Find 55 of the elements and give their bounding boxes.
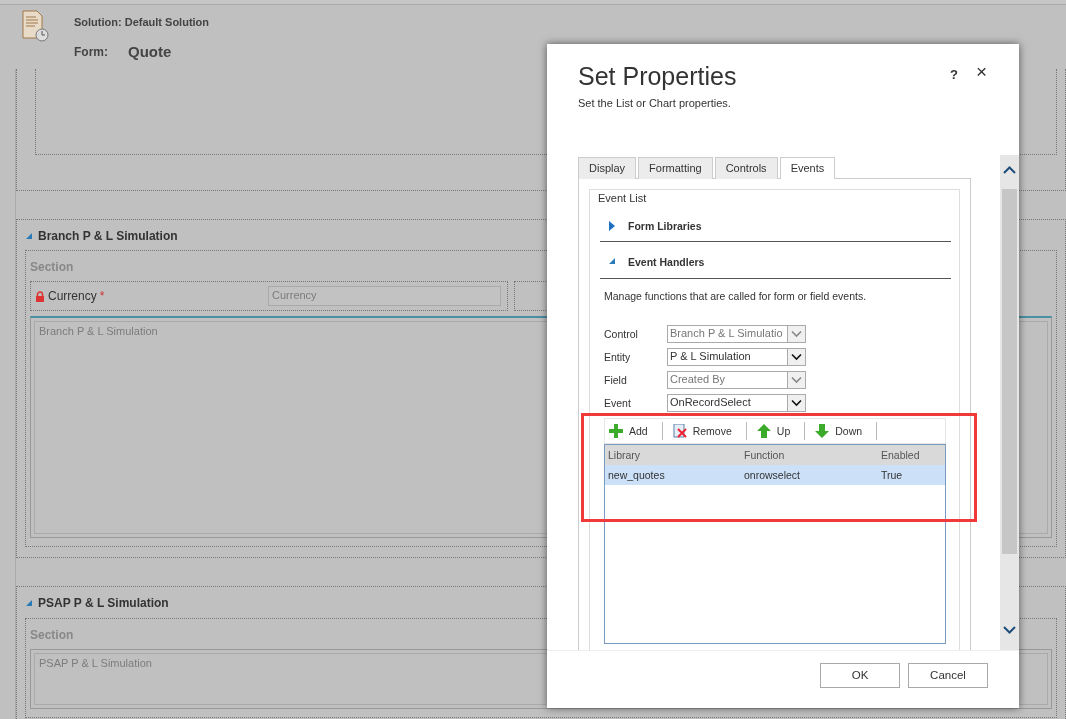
document-clock-icon: [20, 10, 50, 42]
tab[interactable]: Display: [578, 157, 637, 179]
close-button[interactable]: ×: [973, 62, 991, 81]
form-label: Form:: [74, 43, 109, 61]
table-cell-text: new_quotes: [607, 467, 666, 482]
dropdown[interactable]: OnRecordSelect: [667, 393, 806, 412]
section-label: Section: [30, 626, 74, 643]
field-label: Event: [604, 395, 632, 410]
solution-name: Solution: Default Solution: [74, 15, 211, 30]
group-header[interactable]: Event Handlers: [628, 255, 705, 270]
dialog-subtitle: Set the List or Chart properties.: [578, 96, 731, 111]
cancel-button[interactable]: Cancel: [908, 663, 988, 688]
table-row[interactable]: new_quotes onrowselect True: [605, 464, 945, 485]
description-text: Manage functions that are called for form or field events.: [604, 288, 868, 303]
tab[interactable]: Formatting: [638, 157, 713, 179]
tab[interactable]: Events: [779, 157, 836, 179]
help-button[interactable]: ?: [947, 66, 961, 84]
plus-icon: [609, 423, 623, 438]
add-button[interactable]: Add: [605, 421, 663, 440]
required-mark: *: [99, 288, 105, 305]
chevron-down-icon: [791, 398, 802, 407]
section-title: PSAP P & L Simulation: [38, 595, 169, 612]
column-header[interactable]: Enabled: [878, 447, 938, 462]
tab[interactable]: Controls: [714, 157, 778, 179]
down-button[interactable]: Down: [811, 421, 878, 440]
expand-triangle-icon[interactable]: [608, 221, 616, 232]
down-arrow-icon: [815, 423, 830, 438]
chevron-down-icon: [791, 329, 802, 338]
table-cell-text: True: [880, 467, 904, 482]
scrollbar-thumb[interactable]: [1002, 189, 1017, 554]
table-cell-text: onrowselect: [743, 467, 802, 482]
field-label: Field: [604, 372, 628, 387]
field-label: Currency: [48, 288, 97, 305]
field-label: Entity: [604, 349, 632, 364]
scrollbar[interactable]: [1000, 155, 1019, 650]
expand-triangle-icon[interactable]: [25, 599, 33, 608]
remove-button[interactable]: Remove: [668, 421, 747, 440]
up-arrow-icon: [756, 423, 771, 438]
form-name: Quote: [128, 41, 172, 62]
dialog-title: Set Properties: [578, 61, 737, 92]
column-header[interactable]: Function: [741, 447, 878, 462]
chevron-down-icon: [791, 352, 802, 361]
column-header[interactable]: Library: [605, 447, 741, 462]
scroll-up-icon[interactable]: [1003, 165, 1016, 175]
dropdown[interactable]: P & L Simulation: [667, 347, 806, 366]
section-label: Section: [30, 259, 74, 276]
chevron-down-icon: [791, 375, 802, 384]
up-button[interactable]: Up: [752, 421, 806, 440]
document-x-icon: [672, 423, 687, 438]
field-label: Control: [604, 326, 639, 341]
ok-button[interactable]: OK: [820, 663, 900, 688]
scroll-down-icon[interactable]: [1003, 625, 1016, 635]
group-header[interactable]: Form Libraries: [628, 219, 702, 234]
section-title: Branch P & L Simulation: [38, 228, 178, 245]
expand-triangle-icon[interactable]: [25, 232, 33, 241]
